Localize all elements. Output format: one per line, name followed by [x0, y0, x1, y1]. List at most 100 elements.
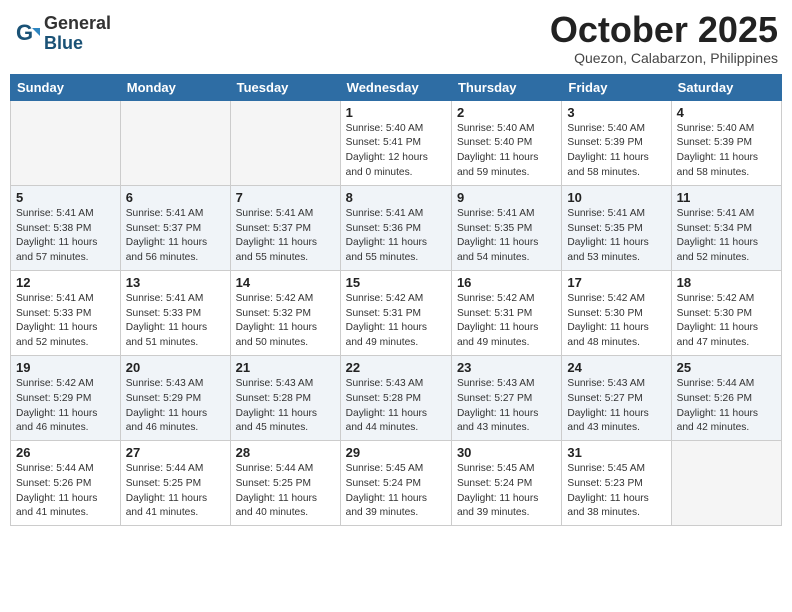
day-number: 19 — [16, 360, 115, 375]
logo-text: General Blue — [44, 14, 111, 54]
day-info: Sunrise: 5:41 AM Sunset: 5:34 PM Dayligh… — [677, 207, 776, 266]
day-number: 4 — [677, 105, 776, 120]
day-number: 6 — [126, 190, 225, 205]
day-number: 18 — [677, 275, 776, 290]
day-number: 8 — [346, 190, 446, 205]
logo: G General Blue — [14, 14, 111, 54]
calendar-day-cell: 23 Sunrise: 5:43 AM Sunset: 5:27 PM Dayli… — [451, 355, 561, 440]
calendar-day-cell: 9Sunrise: 5:41 AM Sunset: 5:35 PM Daylig… — [451, 185, 561, 270]
weekday-header-sunday: Sunday — [11, 74, 121, 100]
calendar-day-cell — [230, 100, 340, 185]
calendar-header: SundayMondayTuesdayWednesdayThursdayFrid… — [11, 74, 782, 100]
day-info: Sunrise: 5:42 AM Sunset: 5:30 PM Dayligh… — [567, 292, 665, 351]
calendar-week-row: 12 Sunrise: 5:41 AM Sunset: 5:33 PM Dayli… — [11, 270, 782, 355]
calendar-day-cell: 1Sunrise: 5:40 AM Sunset: 5:41 PM Daylig… — [340, 100, 451, 185]
day-number: 24 — [567, 360, 665, 375]
weekday-header-friday: Friday — [562, 74, 671, 100]
calendar-day-cell: 10 Sunrise: 5:41 AM Sunset: 5:35 PM Dayli… — [562, 185, 671, 270]
calendar-day-cell: 15 Sunrise: 5:42 AM Sunset: 5:31 PM Dayli… — [340, 270, 451, 355]
calendar-day-cell: 21Sunrise: 5:43 AM Sunset: 5:28 PM Dayli… — [230, 355, 340, 440]
calendar-day-cell: 4Sunrise: 5:40 AM Sunset: 5:39 PM Daylig… — [671, 100, 781, 185]
calendar-day-cell: 5Sunrise: 5:41 AM Sunset: 5:38 PM Daylig… — [11, 185, 121, 270]
day-number: 7 — [236, 190, 335, 205]
day-number: 28 — [236, 445, 335, 460]
calendar-week-row: 19 Sunrise: 5:42 AM Sunset: 5:29 PM Dayli… — [11, 355, 782, 440]
weekday-header-wednesday: Wednesday — [340, 74, 451, 100]
day-info: Sunrise: 5:43 AM Sunset: 5:28 PM Dayligh… — [346, 377, 446, 436]
calendar-day-cell: 14 Sunrise: 5:42 AM Sunset: 5:32 PM Dayli… — [230, 270, 340, 355]
day-info: Sunrise: 5:41 AM Sunset: 5:36 PM Dayligh… — [346, 207, 446, 266]
day-info: Sunrise: 5:43 AM Sunset: 5:28 PM Dayligh… — [236, 377, 335, 436]
calendar-day-cell: 11 Sunrise: 5:41 AM Sunset: 5:34 PM Dayli… — [671, 185, 781, 270]
calendar-day-cell: 27Sunrise: 5:44 AM Sunset: 5:25 PM Dayli… — [120, 441, 230, 526]
day-info: Sunrise: 5:43 AM Sunset: 5:27 PM Dayligh… — [567, 377, 665, 436]
weekday-header-monday: Monday — [120, 74, 230, 100]
day-number: 3 — [567, 105, 665, 120]
calendar-day-cell: 16Sunrise: 5:42 AM Sunset: 5:31 PM Dayli… — [451, 270, 561, 355]
calendar-day-cell: 28Sunrise: 5:44 AM Sunset: 5:25 PM Dayli… — [230, 441, 340, 526]
calendar-body: 1Sunrise: 5:40 AM Sunset: 5:41 PM Daylig… — [11, 100, 782, 526]
calendar-day-cell: 12 Sunrise: 5:41 AM Sunset: 5:33 PM Dayli… — [11, 270, 121, 355]
day-number: 16 — [457, 275, 556, 290]
calendar-day-cell: 26 Sunrise: 5:44 AM Sunset: 5:26 PM Dayli… — [11, 441, 121, 526]
title-block: October 2025 Quezon, Calabarzon, Philipp… — [550, 10, 778, 66]
logo-blue: Blue — [44, 34, 111, 54]
calendar-day-cell: 31 Sunrise: 5:45 AM Sunset: 5:23 PM Dayli… — [562, 441, 671, 526]
weekday-header-saturday: Saturday — [671, 74, 781, 100]
calendar-day-cell: 30Sunrise: 5:45 AM Sunset: 5:24 PM Dayli… — [451, 441, 561, 526]
day-number: 14 — [236, 275, 335, 290]
calendar-day-cell: 25Sunrise: 5:44 AM Sunset: 5:26 PM Dayli… — [671, 355, 781, 440]
day-info: Sunrise: 5:43 AM Sunset: 5:27 PM Dayligh… — [457, 377, 556, 436]
day-info: Sunrise: 5:41 AM Sunset: 5:33 PM Dayligh… — [16, 292, 115, 351]
day-info: Sunrise: 5:42 AM Sunset: 5:30 PM Dayligh… — [677, 292, 776, 351]
day-info: Sunrise: 5:45 AM Sunset: 5:23 PM Dayligh… — [567, 462, 665, 521]
day-number: 23 — [457, 360, 556, 375]
day-info: Sunrise: 5:42 AM Sunset: 5:31 PM Dayligh… — [346, 292, 446, 351]
day-info: Sunrise: 5:44 AM Sunset: 5:25 PM Dayligh… — [126, 462, 225, 521]
day-number: 13 — [126, 275, 225, 290]
day-info: Sunrise: 5:41 AM Sunset: 5:37 PM Dayligh… — [126, 207, 225, 266]
day-number: 2 — [457, 105, 556, 120]
calendar-table: SundayMondayTuesdayWednesdayThursdayFrid… — [10, 74, 782, 527]
day-number: 26 — [16, 445, 115, 460]
day-number: 31 — [567, 445, 665, 460]
day-number: 30 — [457, 445, 556, 460]
day-info: Sunrise: 5:42 AM Sunset: 5:32 PM Dayligh… — [236, 292, 335, 351]
weekday-header-thursday: Thursday — [451, 74, 561, 100]
location-subtitle: Quezon, Calabarzon, Philippines — [550, 50, 778, 66]
calendar-day-cell: 3Sunrise: 5:40 AM Sunset: 5:39 PM Daylig… — [562, 100, 671, 185]
day-info: Sunrise: 5:40 AM Sunset: 5:40 PM Dayligh… — [457, 122, 556, 181]
calendar-week-row: 1Sunrise: 5:40 AM Sunset: 5:41 PM Daylig… — [11, 100, 782, 185]
calendar-day-cell — [671, 441, 781, 526]
day-number: 10 — [567, 190, 665, 205]
day-info: Sunrise: 5:41 AM Sunset: 5:35 PM Dayligh… — [567, 207, 665, 266]
calendar-day-cell — [120, 100, 230, 185]
month-title: October 2025 — [550, 10, 778, 50]
calendar-day-cell: 19 Sunrise: 5:42 AM Sunset: 5:29 PM Dayli… — [11, 355, 121, 440]
day-info: Sunrise: 5:41 AM Sunset: 5:38 PM Dayligh… — [16, 207, 115, 266]
day-info: Sunrise: 5:44 AM Sunset: 5:26 PM Dayligh… — [16, 462, 115, 521]
calendar-day-cell: 7 Sunrise: 5:41 AM Sunset: 5:37 PM Daylig… — [230, 185, 340, 270]
day-info: Sunrise: 5:41 AM Sunset: 5:37 PM Dayligh… — [236, 207, 335, 266]
day-number: 22 — [346, 360, 446, 375]
day-number: 17 — [567, 275, 665, 290]
calendar-day-cell: 8 Sunrise: 5:41 AM Sunset: 5:36 PM Daylig… — [340, 185, 451, 270]
logo-icon: G — [14, 20, 42, 48]
calendar-day-cell: 29 Sunrise: 5:45 AM Sunset: 5:24 PM Dayli… — [340, 441, 451, 526]
day-number: 11 — [677, 190, 776, 205]
day-info: Sunrise: 5:42 AM Sunset: 5:29 PM Dayligh… — [16, 377, 115, 436]
day-number: 15 — [346, 275, 446, 290]
day-number: 12 — [16, 275, 115, 290]
day-info: Sunrise: 5:45 AM Sunset: 5:24 PM Dayligh… — [346, 462, 446, 521]
calendar-day-cell: 22 Sunrise: 5:43 AM Sunset: 5:28 PM Dayli… — [340, 355, 451, 440]
calendar-day-cell: 18 Sunrise: 5:42 AM Sunset: 5:30 PM Dayli… — [671, 270, 781, 355]
day-number: 20 — [126, 360, 225, 375]
calendar-day-cell: 17 Sunrise: 5:42 AM Sunset: 5:30 PM Dayli… — [562, 270, 671, 355]
day-info: Sunrise: 5:43 AM Sunset: 5:29 PM Dayligh… — [126, 377, 225, 436]
calendar-day-cell: 24 Sunrise: 5:43 AM Sunset: 5:27 PM Dayli… — [562, 355, 671, 440]
logo-general: General — [44, 14, 111, 34]
day-number: 29 — [346, 445, 446, 460]
day-info: Sunrise: 5:41 AM Sunset: 5:35 PM Dayligh… — [457, 207, 556, 266]
calendar-week-row: 5Sunrise: 5:41 AM Sunset: 5:38 PM Daylig… — [11, 185, 782, 270]
weekday-header-tuesday: Tuesday — [230, 74, 340, 100]
